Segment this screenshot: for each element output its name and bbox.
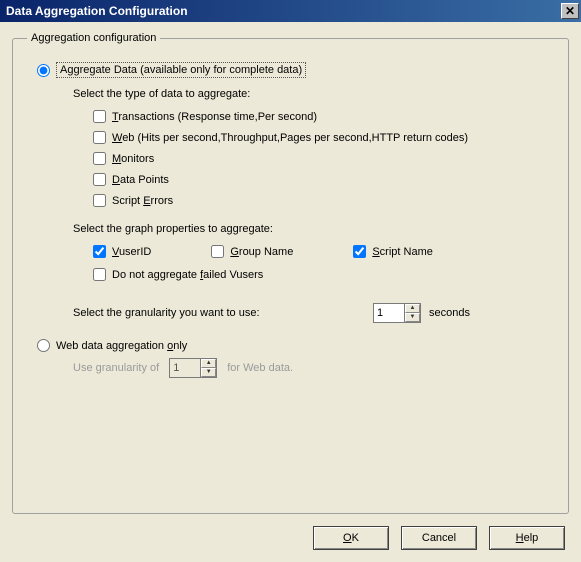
- groupname-item: Group Name: [211, 245, 293, 258]
- granularity-unit: seconds: [429, 307, 470, 319]
- vuserid-checkbox[interactable]: [93, 245, 106, 258]
- title-text: Data Aggregation Configuration: [6, 4, 561, 18]
- web-spinner-arrows: ▲ ▼: [200, 359, 216, 377]
- transactions-checkbox[interactable]: [93, 110, 106, 123]
- granularity-row: Select the granularity you want to use: …: [73, 303, 558, 323]
- granularity-label: Select the granularity you want to use:: [73, 307, 373, 319]
- webonly-label: Web data aggregation only: [56, 340, 187, 352]
- aggregate-data-radio-row: Aggregate Data (available only for compl…: [37, 62, 558, 78]
- webonly-radio[interactable]: [37, 339, 50, 352]
- scriptname-item: Script Name: [353, 245, 433, 258]
- close-icon[interactable]: ✕: [561, 3, 579, 19]
- groupname-checkbox[interactable]: [211, 245, 224, 258]
- scripterrors-label: Script Errors: [112, 195, 173, 207]
- groupname-label: Group Name: [230, 246, 293, 258]
- scriptname-checkbox[interactable]: [353, 245, 366, 258]
- spinner-up-icon[interactable]: ▲: [405, 304, 420, 313]
- aggregation-groupbox: Aggregation configuration Aggregate Data…: [12, 32, 569, 514]
- scriptname-label: Script Name: [372, 246, 433, 258]
- noaggfailed-label: Do not aggregate failed Vusers: [112, 269, 263, 281]
- webonly-radio-row: Web data aggregation only: [37, 339, 558, 352]
- web-granularity-row: Use granularity of ▲ ▼ for Web data.: [73, 358, 558, 378]
- aggregate-data-radio[interactable]: [37, 64, 50, 77]
- granularity-input[interactable]: [374, 304, 404, 322]
- monitors-row: Monitors: [93, 152, 558, 165]
- transactions-label: Transactions (Response time,Per second): [112, 111, 317, 123]
- noaggfailed-row: Do not aggregate failed Vusers: [93, 268, 558, 281]
- vuserid-label: VuserID: [112, 246, 151, 258]
- vuserid-item: VuserID: [93, 245, 151, 258]
- web-gran-pre: Use granularity of: [73, 362, 159, 374]
- props-section-label: Select the graph properties to aggregate…: [73, 223, 558, 235]
- web-gran-spinner: ▲ ▼: [169, 358, 217, 378]
- cancel-button[interactable]: Cancel: [401, 526, 477, 550]
- help-button[interactable]: Help: [489, 526, 565, 550]
- datapoints-checkbox[interactable]: [93, 173, 106, 186]
- web-label: Web (Hits per second,Throughput,Pages pe…: [112, 132, 468, 144]
- transactions-row: Transactions (Response time,Per second): [93, 110, 558, 123]
- aggregate-data-label: Aggregate Data (available only for compl…: [56, 62, 306, 78]
- type-section-label: Select the type of data to aggregate:: [73, 88, 558, 100]
- button-row: OK Cancel Help: [12, 526, 569, 550]
- spinner-down-icon[interactable]: ▼: [405, 313, 420, 322]
- spinner-arrows: ▲ ▼: [404, 304, 420, 322]
- scripterrors-row: Script Errors: [93, 194, 558, 207]
- web-gran-input: [170, 359, 200, 377]
- title-bar: Data Aggregation Configuration ✕: [0, 0, 581, 22]
- props-row-1: VuserID Group Name Script Name: [93, 245, 558, 258]
- datapoints-row: Data Points: [93, 173, 558, 186]
- aggregate-data-section: Select the type of data to aggregate: Tr…: [73, 88, 558, 323]
- web-spinner-down-icon: ▼: [201, 368, 216, 377]
- noaggfailed-checkbox[interactable]: [93, 268, 106, 281]
- web-gran-post: for Web data.: [227, 362, 293, 374]
- dialog-body: Aggregation configuration Aggregate Data…: [0, 22, 581, 562]
- datapoints-label: Data Points: [112, 174, 169, 186]
- scripterrors-checkbox[interactable]: [93, 194, 106, 207]
- granularity-spinner[interactable]: ▲ ▼: [373, 303, 421, 323]
- monitors-label: Monitors: [112, 153, 154, 165]
- ok-button[interactable]: OK: [313, 526, 389, 550]
- web-row: Web (Hits per second,Throughput,Pages pe…: [93, 131, 558, 144]
- web-spinner-up-icon: ▲: [201, 359, 216, 368]
- groupbox-legend: Aggregation configuration: [27, 32, 160, 44]
- monitors-checkbox[interactable]: [93, 152, 106, 165]
- web-checkbox[interactable]: [93, 131, 106, 144]
